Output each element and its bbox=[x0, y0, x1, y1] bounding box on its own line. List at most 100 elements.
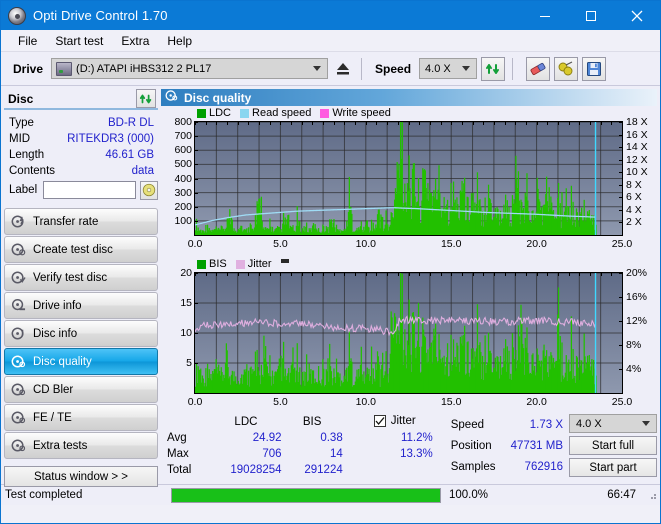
axis-tick-mark bbox=[280, 273, 282, 276]
axis-tick-mark bbox=[568, 122, 570, 125]
y-axis-tick: 500 bbox=[174, 158, 198, 170]
y2-axis-tick: 12% bbox=[618, 315, 647, 327]
axis-tick-mark bbox=[333, 273, 335, 276]
refresh-button[interactable] bbox=[481, 56, 506, 81]
disc-refresh-button[interactable] bbox=[136, 89, 156, 108]
toolbar-separator-2 bbox=[512, 57, 514, 80]
axis-tick-mark bbox=[365, 273, 367, 276]
disc-label-cd-button[interactable] bbox=[140, 180, 158, 200]
eject-icon bbox=[337, 62, 350, 74]
axis-tick-mark bbox=[429, 273, 431, 276]
axis-tick-mark bbox=[312, 122, 314, 125]
y2-axis-tick: 16% bbox=[618, 291, 647, 303]
resize-grip-icon[interactable] bbox=[646, 489, 658, 501]
menu-item-file[interactable]: File bbox=[9, 32, 46, 50]
axis-tick-mark bbox=[600, 122, 602, 125]
ldc-chart-plot[interactable]: 100 200 300 400 500 600 700 800 2 X4 X6 X8 X 10 X… bbox=[174, 116, 647, 250]
progress-bar-fill bbox=[172, 488, 440, 502]
disc-bler-icon bbox=[11, 382, 26, 397]
plugin-button[interactable] bbox=[554, 56, 579, 81]
disc-row-type-key: Type bbox=[9, 117, 34, 129]
x-axis-tick: 20.0 bbox=[526, 396, 547, 408]
drive-select[interactable]: (D:) ATAPI iHBS312 2 PL17 bbox=[51, 58, 329, 79]
legend-label-read-speed: Read speed bbox=[252, 107, 312, 119]
start-part-button[interactable]: Start part bbox=[569, 458, 657, 477]
sidebar-item-cd-bler[interactable]: CD Bler bbox=[4, 376, 158, 403]
bis-jitter-chart-plot[interactable]: 5 10 15 20 4% 8% 12% 16% 20% 0.0 5.0 10.0 15.0 20.0 25… bbox=[180, 267, 647, 408]
sidebar-item-extra-tests[interactable]: Extra tests bbox=[4, 432, 158, 459]
axis-tick-mark bbox=[419, 122, 421, 125]
test-speed-select[interactable]: 4.0 X bbox=[569, 414, 657, 433]
maximize-icon[interactable] bbox=[568, 1, 614, 30]
content-panel: Disc quality LDC Read speed Write speed … bbox=[161, 86, 660, 484]
sidebar-item-drive-info[interactable]: Drive info bbox=[4, 292, 158, 319]
table-row: Max 706 14 13.3% bbox=[167, 446, 445, 462]
axis-tick-mark bbox=[493, 273, 495, 276]
axis-tick-mark bbox=[461, 273, 463, 276]
legend-swatch-ldc bbox=[197, 108, 206, 118]
stats-total-bis: 291224 bbox=[304, 464, 343, 476]
axis-tick-mark bbox=[216, 273, 218, 276]
disc-row-contents: Contents data bbox=[4, 163, 158, 179]
y-axis-tick: 400 bbox=[174, 173, 198, 185]
disc-row-length: Length 46.61 GB bbox=[4, 147, 158, 163]
drive-info-icon bbox=[11, 298, 26, 313]
y2-axis-tick: 14 X bbox=[619, 141, 648, 153]
position-info-value: 47731 MB bbox=[510, 439, 563, 452]
chevron-down-icon bbox=[462, 66, 471, 71]
menu-item-extra[interactable]: Extra bbox=[112, 32, 158, 50]
speed-select[interactable]: 4.0 X bbox=[419, 58, 478, 79]
sidebar-item-fe-te[interactable]: FE / TE bbox=[4, 404, 158, 431]
stats-header-row: LDC BIS Jitter bbox=[167, 414, 445, 430]
chevron-down-icon bbox=[313, 66, 322, 71]
disc-row-mid: MID RITEKDR3 (000) bbox=[4, 131, 158, 147]
speed-label: Speed bbox=[375, 61, 412, 76]
close-icon[interactable] bbox=[614, 1, 660, 30]
minimize-icon[interactable] bbox=[522, 1, 568, 30]
disc-row-contents-key: Contents bbox=[9, 165, 56, 177]
jitter-checkbox[interactable] bbox=[373, 415, 386, 427]
status-window-button[interactable]: Status window > > bbox=[4, 466, 158, 487]
axis-tick-mark bbox=[259, 273, 261, 276]
drive-select-value: (D:) ATAPI iHBS312 2 PL17 bbox=[76, 62, 212, 75]
x-axis-tick: 25.0 bbox=[611, 396, 633, 408]
disc-row-type: Type BD-R DL bbox=[4, 115, 158, 131]
axis-tick-mark bbox=[451, 122, 453, 125]
sidebar-item-disc-quality[interactable]: Disc quality bbox=[4, 348, 158, 375]
axis-tick-mark bbox=[269, 273, 271, 276]
menu-item-help[interactable]: Help bbox=[158, 32, 201, 50]
x-axis-tick: 15.0 bbox=[440, 396, 462, 408]
menu-item-start-test[interactable]: Start test bbox=[46, 32, 112, 50]
sidebar-item-label: Create test disc bbox=[33, 243, 113, 256]
sidebar-item-verify-test-disc[interactable]: Verify test disc bbox=[4, 264, 158, 291]
refresh-icon bbox=[139, 94, 152, 103]
stats-max-jitter: 13.3% bbox=[400, 448, 433, 460]
stats-avg-jitter: 11.2% bbox=[400, 432, 433, 444]
disc-label-input[interactable] bbox=[43, 181, 137, 199]
axis-tick-mark bbox=[291, 122, 293, 125]
sidebar-item-disc-info[interactable]: Disc info bbox=[4, 320, 158, 347]
eject-button[interactable] bbox=[332, 57, 355, 80]
y2-axis-tick: 16 X bbox=[619, 129, 648, 141]
table-row: Position 47731 MB bbox=[451, 435, 563, 456]
start-full-button[interactable]: Start full bbox=[569, 436, 657, 455]
sidebar-item-create-test-disc[interactable]: Create test disc bbox=[4, 236, 158, 263]
eraser-button[interactable] bbox=[526, 56, 551, 81]
axis-tick-mark bbox=[205, 273, 207, 276]
axis-tick-mark bbox=[611, 273, 613, 276]
save-button[interactable] bbox=[582, 56, 607, 81]
status-message: Test completed bbox=[5, 489, 83, 501]
stats-avg-ldc: 24.92 bbox=[252, 432, 282, 444]
axis-tick-mark bbox=[237, 273, 239, 276]
stats-max-ldc: 706 bbox=[262, 448, 282, 460]
page-title: Disc quality bbox=[184, 90, 252, 105]
test-info-table: Speed 1.73 X Position 47731 MB Samples 7… bbox=[451, 414, 563, 478]
axis-tick-mark bbox=[579, 122, 581, 125]
title-bar: Opti Drive Control 1.70 bbox=[1, 1, 660, 30]
axis-tick-mark bbox=[579, 273, 581, 276]
axis-tick-mark bbox=[557, 273, 559, 276]
sidebar-item-transfer-rate[interactable]: Transfer rate bbox=[4, 208, 158, 235]
y-axis-tick: 15 bbox=[180, 297, 198, 309]
disc-create-icon bbox=[11, 242, 26, 257]
speed-info-label: Speed bbox=[450, 418, 484, 431]
